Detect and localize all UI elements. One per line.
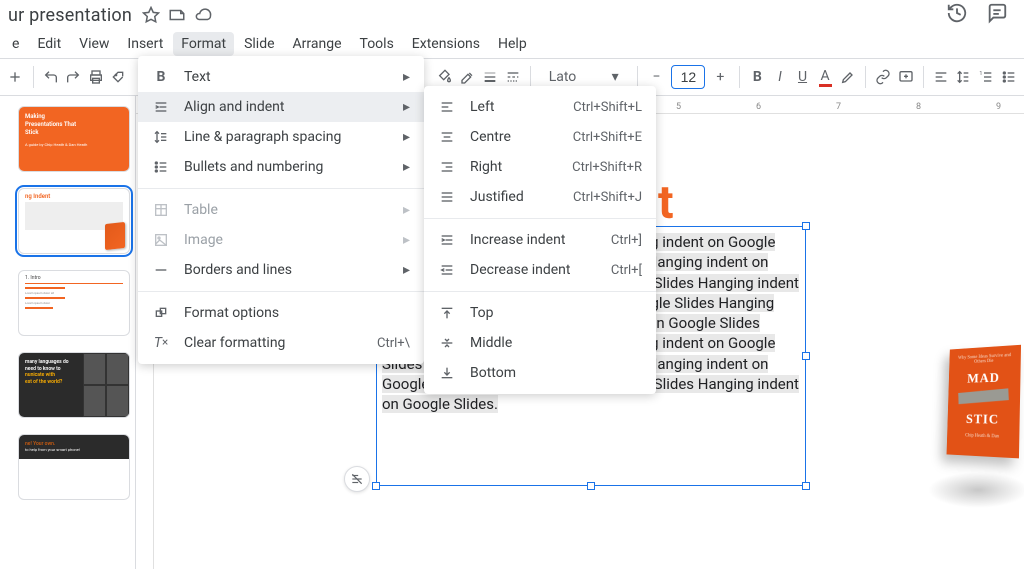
format-options-item[interactable]: Format options	[138, 298, 424, 328]
slide-thumbnail-1[interactable]: Making Presentations That Stick A guide …	[18, 106, 130, 172]
format-clear-item[interactable]: T×Clear formattingCtrl+\	[138, 328, 424, 358]
menu-help[interactable]: Help	[490, 32, 535, 56]
svg-text:1: 1	[979, 71, 982, 77]
valign-bottom-icon	[438, 365, 456, 381]
thumb-title: Making Presentations That Stick	[19, 107, 129, 142]
menu-slide[interactable]: Slide	[236, 32, 282, 56]
align-right-icon	[438, 159, 456, 175]
increase-font-size-button[interactable]: +	[709, 66, 731, 88]
text-color-button[interactable]: A	[816, 63, 835, 91]
slide-thumbnail-4[interactable]: many languages do need to know to nunica…	[18, 352, 130, 418]
list-icon	[152, 159, 170, 175]
slide-thumbnail-3[interactable]: 1. Intro Lorem ipsum dolor sit Lorem ips…	[18, 270, 130, 336]
bold-button[interactable]: B	[748, 63, 767, 91]
align-right-item[interactable]: RightCtrl+Shift+R	[424, 152, 656, 182]
star-icon[interactable]	[142, 6, 160, 24]
resize-handle-mr[interactable]	[802, 352, 810, 360]
resize-handle-bm[interactable]	[587, 482, 595, 490]
font-family-label: Lato	[549, 69, 577, 85]
highlight-color-button[interactable]	[838, 63, 857, 91]
underline-button[interactable]: U	[793, 63, 812, 91]
valign-top-item[interactable]: Top	[424, 298, 656, 328]
thumb-title: ng Indent	[19, 189, 129, 201]
paint-format-button[interactable]	[109, 63, 128, 91]
italic-button[interactable]: I	[771, 63, 790, 91]
line-spacing-button[interactable]	[954, 63, 973, 91]
format-bullets-item[interactable]: Bullets and numbering▸	[138, 152, 424, 182]
thumb-book-icon	[105, 222, 125, 250]
menu-extensions[interactable]: Extensions	[404, 32, 488, 56]
valign-top-icon	[438, 305, 456, 321]
menu-format[interactable]: Format	[173, 32, 234, 56]
comment-icon[interactable]	[986, 2, 1008, 28]
format-options-icon	[152, 305, 170, 321]
submenu-arrow-icon: ▸	[403, 69, 410, 85]
masked-content-badge[interactable]	[344, 466, 370, 492]
format-menu-dropdown: BText▸ Align and indent▸ Line & paragrap…	[138, 56, 424, 364]
print-button[interactable]	[86, 63, 105, 91]
align-button[interactable]	[932, 63, 951, 91]
decrease-font-size-button[interactable]: −	[645, 66, 667, 88]
decrease-indent-icon	[438, 262, 456, 278]
decrease-indent-item[interactable]: Decrease indentCtrl+[	[424, 255, 656, 285]
resize-handle-tr[interactable]	[802, 222, 810, 230]
line-spacing-icon	[152, 129, 170, 145]
menu-view[interactable]: View	[71, 32, 117, 56]
increase-indent-icon	[438, 232, 456, 248]
thumb-subtitle: A guide by Chip Heath & Dan Heath	[19, 142, 129, 147]
menu-edit[interactable]: Edit	[29, 32, 69, 56]
slide-title-tail: t	[658, 176, 674, 230]
format-table-item: Table▸	[138, 195, 424, 225]
thumb-title: 1. Intro	[25, 275, 123, 284]
document-title[interactable]: ur presentation	[8, 5, 132, 26]
format-borders-item[interactable]: Borders and lines▸	[138, 255, 424, 285]
format-align-item[interactable]: Align and indent▸	[138, 92, 424, 122]
history-icon[interactable]	[946, 2, 968, 28]
format-text-item[interactable]: BText▸	[138, 62, 424, 92]
menu-tools[interactable]: Tools	[352, 32, 402, 56]
insert-comment-button[interactable]	[896, 63, 915, 91]
cloud-status-icon[interactable]	[194, 6, 212, 24]
indent-icon	[152, 99, 170, 115]
bulleted-list-button[interactable]	[999, 63, 1018, 91]
new-slide-button[interactable]	[6, 63, 25, 91]
chevron-down-icon: ▾	[612, 69, 619, 85]
format-image-item: Image▸	[138, 225, 424, 255]
slide-thumbnail-5[interactable]: ne! Your own. to help from your smart ph…	[18, 434, 130, 500]
clear-format-icon: T×	[152, 335, 170, 351]
bold-icon: B	[152, 69, 170, 85]
insert-link-button[interactable]	[874, 63, 893, 91]
align-centre-item[interactable]: CentreCtrl+Shift+E	[424, 122, 656, 152]
align-left-item[interactable]: LeftCtrl+Shift+L	[424, 92, 656, 122]
align-left-icon	[438, 99, 456, 115]
book-image[interactable]: Why Some Ideas Survive and Others Die MA…	[934, 322, 1020, 492]
resize-handle-br[interactable]	[802, 482, 810, 490]
redo-button[interactable]	[64, 63, 83, 91]
align-centre-icon	[438, 129, 456, 145]
format-line-spacing-item[interactable]: Line & paragraph spacing▸	[138, 122, 424, 152]
menu-bar: e Edit View Insert Format Slide Arrange …	[0, 30, 1024, 58]
resize-handle-bl[interactable]	[372, 482, 380, 490]
menu-insert[interactable]: Insert	[119, 32, 171, 56]
valign-bottom-item[interactable]: Bottom	[424, 358, 656, 388]
increase-indent-item[interactable]: Increase indentCtrl+]	[424, 225, 656, 255]
table-icon	[152, 202, 170, 218]
move-icon[interactable]	[168, 6, 186, 24]
menu-arrange[interactable]: Arrange	[285, 32, 350, 56]
align-indent-submenu: LeftCtrl+Shift+L CentreCtrl+Shift+E Righ…	[424, 86, 656, 394]
font-size-input[interactable]	[671, 65, 705, 89]
align-justify-icon	[438, 189, 456, 205]
menu-file-tail[interactable]: e	[4, 32, 27, 56]
valign-middle-icon	[438, 335, 456, 351]
undo-button[interactable]	[41, 63, 60, 91]
submenu-arrow-icon: ▸	[403, 99, 410, 115]
line-icon	[152, 262, 170, 278]
slide-thumbnail-2[interactable]: ng Indent	[18, 188, 130, 254]
image-icon	[152, 232, 170, 248]
align-justified-item[interactable]: JustifiedCtrl+Shift+J	[424, 182, 656, 212]
numbered-list-button[interactable]: 1	[977, 63, 996, 91]
valign-middle-item[interactable]: Middle	[424, 328, 656, 358]
slide-thumbnail-panel: Making Presentations That Stick A guide …	[0, 96, 136, 569]
